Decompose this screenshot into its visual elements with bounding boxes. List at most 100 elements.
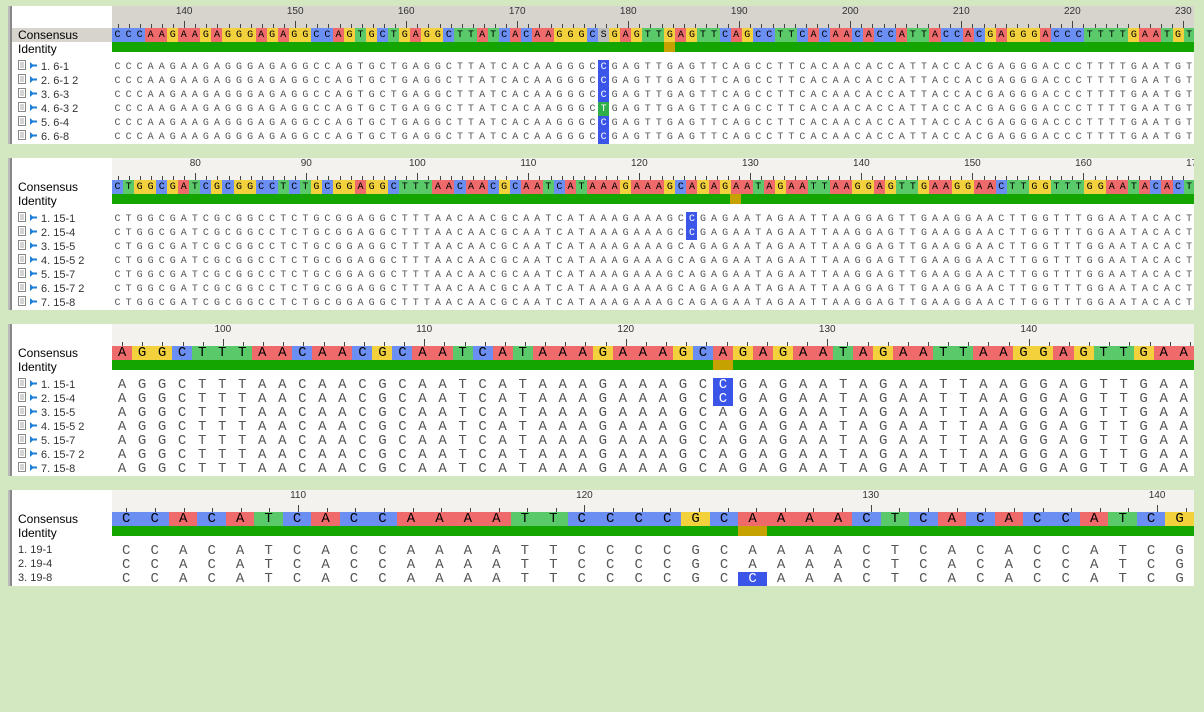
sequence-track[interactable]: CCCAAGAAGAGGGAGAGGCCAGTGCTGAGGCTTATCACAA… [112, 88, 1194, 102]
arrow-right-icon [29, 379, 38, 391]
sequence-track[interactable]: CCCAAGAAGAGGGAGAGGCCAGTGCTGAGGCTTATCACAA… [112, 102, 1194, 116]
sequence-track[interactable]: CTGGCGATCGCGGCCTCTGCGGAGGCTTTAACAACGCAAT… [112, 296, 1194, 310]
sequence-row[interactable]: 4. 6-3 2CCCAAGAAGAGGGAGAGGCCAGTGCTGAGGCT… [12, 102, 1194, 116]
sequence-label[interactable]: 1. 19-1 [12, 544, 112, 556]
consensus-track[interactable]: CCACATCACCAAAATTCCCCGCAAAACTCACACCATCG [112, 512, 1194, 526]
sequence-label[interactable]: 7. 15-8 [12, 296, 112, 309]
sequence-label[interactable]: 3. 15-5 [12, 406, 112, 419]
sequence-label[interactable]: 5. 6-4 [12, 116, 112, 129]
consensus-track[interactable]: CCCAAGAAGAGGGAGAGGCCAGTGCTGAGGCTTATCACAA… [112, 28, 1194, 42]
ruler-track[interactable]: 140150160170180190200210220230 [112, 6, 1194, 28]
arrow-right-icon [29, 435, 38, 447]
sequence-track[interactable]: CTGGCGATCGCGGCCTCTGCGGAGGCTTTAACAACGCAAT… [112, 268, 1194, 282]
sequence-row[interactable]: 6. 15-7 2CTGGCGATCGCGGCCTCTGCGGAGGCTTTAA… [12, 282, 1194, 296]
document-icon [18, 212, 27, 225]
alignment-panel-p15: 8090100110120130140150160170ConsensusCTG… [10, 158, 1194, 310]
sequence-track[interactable]: CCACATCACCAAAATTCCCCGCCAAACTCACACCATCG [112, 572, 1194, 586]
sequence-label[interactable]: 4. 6-3 2 [12, 102, 112, 115]
arrow-right-icon [29, 75, 38, 87]
sequence-label[interactable]: 2. 6-1 2 [12, 74, 112, 87]
sequence-label[interactable]: 4. 15-5 2 [12, 254, 112, 267]
sequence-row[interactable]: 6. 6-8 CCCAAGAAGAGGGAGAGGCCAGTGCTGAGGCTTA… [12, 130, 1194, 144]
sequence-name: 6. 6-8 [41, 131, 69, 143]
sequence-row[interactable]: 5. 15-7 AGGCTTTAACAACGCAATCATAAAGAAAGCAGA… [12, 434, 1194, 448]
sequence-label[interactable]: 3. 19-8 [12, 572, 112, 584]
document-icon [18, 392, 27, 405]
sequence-track[interactable]: CCACATCACCAAAATTCCCCGCAAAACTCACACCATCG [112, 544, 1194, 558]
sequence-track[interactable]: CCCAAGAAGAGGGAGAGGCCAGTGCTGAGGCTTATCACAA… [112, 60, 1194, 74]
sequence-row[interactable]: 6. 15-7 2 AGGCTTTAACAACGCAATCATAAAGAAAGCA… [12, 448, 1194, 462]
sequence-row[interactable]: 2. 15-4CTGGCGATCGCGGCCTCTGCGGAGGCTTTAACA… [12, 226, 1194, 240]
sequence-track[interactable]: CTGGCGATCGCGGCCTCTGCGGAGGCTTTAACAACGCAAT… [112, 282, 1194, 296]
sequence-name: 6. 15-7 2 [41, 449, 84, 461]
sequence-track[interactable]: AGGCTTTAACAACGCAATCATAAAGAAAGCAGAGAATAGA… [112, 448, 1194, 462]
ruler-track[interactable]: 110120130140 [112, 490, 1194, 512]
sequence-track[interactable]: AGGCTTTAACAACGCAATCATAAAGAAAGCCGAGAATAGA… [112, 378, 1194, 392]
arrow-right-icon [29, 255, 38, 267]
sequence-label[interactable]: 3. 15-5 [12, 240, 112, 253]
ruler-track[interactable]: 8090100110120130140150160170 [112, 158, 1194, 180]
sequence-row[interactable]: 1. 19-1CCACATCACCAAAATTCCCCGCAAAACTCACAC… [12, 544, 1194, 558]
sequence-track[interactable]: AGGCTTTAACAACGCAATCATAAAGAAAGCAGAGAATAGA… [112, 420, 1194, 434]
consensus-track[interactable]: AGGCTTTAACAACGCAATCATAAAGAAAGCAGAGAATAGA… [112, 346, 1194, 360]
sequence-label[interactable]: 2. 15-4 [12, 392, 112, 405]
sequence-label[interactable]: 3. 6-3 [12, 88, 112, 101]
sequence-row[interactable]: 7. 15-8AGGCTTTAACAACGCAATCATAAAGAAAGCAGA… [12, 462, 1194, 476]
identity-track [112, 526, 1194, 536]
sequence-row[interactable]: 2. 15-4AGGCTTTAACAACGCAATCATAAAGAAAGCCGA… [12, 392, 1194, 406]
document-icon [18, 448, 27, 461]
sequence-label[interactable]: 7. 15-8 [12, 462, 112, 475]
sequence-track[interactable]: AGGCTTTAACAACGCAATCATAAAGAAAGCAGAGAATAGA… [112, 406, 1194, 420]
sequence-track[interactable]: CTGGCGATCGCGGCCTCTGCGGAGGCTTTAACAACGCAAT… [112, 226, 1194, 240]
arrow-right-icon [29, 89, 38, 101]
sequence-label[interactable]: 6. 15-7 2 [12, 282, 112, 295]
sequence-track[interactable]: CCCAAGAAGAGGGAGAGGCCAGTGCTGAGGCTTATCACAA… [112, 116, 1194, 130]
sequence-name: 4. 15-5 2 [41, 255, 84, 267]
consensus-track[interactable]: CTGGCGATCGCGGCCTCTGCGGAGGCTTTAACAACGCAAT… [112, 180, 1194, 194]
sequence-label[interactable]: 4. 15-5 2 [12, 420, 112, 433]
sequence-label[interactable]: 6. 6-8 [12, 130, 112, 143]
document-icon [18, 240, 27, 253]
sequence-label[interactable]: 1. 15-1 [12, 378, 112, 391]
sequence-row[interactable]: 4. 15-5 2AGGCTTTAACAACGCAATCATAAAGAAAGCA… [12, 420, 1194, 434]
arrow-right-icon [29, 421, 38, 433]
sequence-label[interactable]: 2. 15-4 [12, 226, 112, 239]
sequence-row[interactable]: 1. 15-1AGGCTTTAACAACGCAATCATAAAGAAAGCCGA… [12, 378, 1194, 392]
sequence-track[interactable]: CCCAAGAAGAGGGAGAGGCCAGTGCTGAGGCTTATCACAA… [112, 130, 1194, 144]
sequence-name: 5. 15-7 [41, 269, 75, 281]
sequence-track[interactable]: AGGCTTTAACAACGCAATCATAAAGAAAGCAGAGAATAGA… [112, 434, 1194, 448]
sequence-row[interactable]: 4. 15-5 2 CTGGCGATCGCGGCCTCTGCGGAGGCTTTAA… [12, 254, 1194, 268]
ruler-track[interactable]: 100110120130140 [112, 324, 1194, 346]
alignment-panels: 140150160170180190200210220230ConsensusC… [0, 0, 1204, 612]
sequence-label[interactable]: 1. 6-1 [12, 60, 112, 73]
sequence-row[interactable]: 5. 15-7 CTGGCGATCGCGGCCTCTGCGGAGGCTTTAACA… [12, 268, 1194, 282]
sequence-label[interactable]: 6. 15-7 2 [12, 448, 112, 461]
sequence-track[interactable]: CTGGCGATCGCGGCCTCTGCGGAGGCTTTAACAACGCAAT… [112, 212, 1194, 226]
sequence-track[interactable]: CTGGCGATCGCGGCCTCTGCGGAGGCTTTAACAACGCAAT… [112, 254, 1194, 268]
sequence-label[interactable]: 5. 15-7 [12, 268, 112, 281]
sequence-track[interactable]: AGGCTTTAACAACGCAATCATAAAGAAAGCCGAGAATAGA… [112, 392, 1194, 406]
sequence-row[interactable]: 2. 6-1 2 CCCAAGAAGAGGGAGAGGCCAGTGCTGAGGCT… [12, 74, 1194, 88]
sequence-row[interactable]: 3. 15-5 CTGGCGATCGCGGCCTCTGCGGAGGCTTTAACA… [12, 240, 1194, 254]
sequence-row[interactable]: 2. 19-4CCACATCACCAAAATTCCCCGCAAAACTCACAC… [12, 558, 1194, 572]
consensus-label: Consensus [12, 180, 112, 194]
sequence-track[interactable]: CTGGCGATCGCGGCCTCTGCGGAGGCTTTAACAACGCAAT… [112, 240, 1194, 254]
sequence-row[interactable]: 3. 15-5 AGGCTTTAACAACGCAATCATAAAGAAAGCAGA… [12, 406, 1194, 420]
sequence-row[interactable]: 7. 15-8CTGGCGATCGCGGCCTCTGCGGAGGCTTTAACA… [12, 296, 1194, 310]
sequence-row[interactable]: 3. 19-8CCACATCACCAAAATTCCCCGCCAAACTCACAC… [12, 572, 1194, 586]
sequence-label[interactable]: 5. 15-7 [12, 434, 112, 447]
sequence-name: 3. 15-5 [41, 407, 75, 419]
sequence-label[interactable]: 2. 19-4 [12, 558, 112, 570]
sequence-track[interactable]: CCCAAGAAGAGGGAGAGGCCAGTGCTGAGGCTTATCACAA… [112, 74, 1194, 88]
sequence-row[interactable]: 3. 6-3CCCAAGAAGAGGGAGAGGCCAGTGCTGAGGCTTA… [12, 88, 1194, 102]
sequence-name: 2. 6-1 2 [41, 75, 78, 87]
sequence-name: 5. 15-7 [41, 435, 75, 447]
sequence-label[interactable]: 1. 15-1 [12, 212, 112, 225]
sequence-track[interactable]: AGGCTTTAACAACGCAATCATAAAGAAAGCAGAGAATAGA… [112, 462, 1194, 476]
sequence-track[interactable]: CCACATCACCAAAATTCCCCGCAAAACTCACACCATCG [112, 558, 1194, 572]
sequence-row[interactable]: 1. 15-1CTGGCGATCGCGGCCTCTGCGGAGGCTTTAACA… [12, 212, 1194, 226]
sequence-name: 3. 15-5 [41, 241, 75, 253]
sequence-row[interactable]: 1. 6-1CCCAAGAAGAGGGAGAGGCCAGTGCTGAGGCTTA… [12, 60, 1194, 74]
identity-label: Identity [12, 42, 112, 56]
sequence-row[interactable]: 5. 6-4CCCAAGAAGAGGGAGAGGCCAGTGCTGAGGCTTA… [12, 116, 1194, 130]
